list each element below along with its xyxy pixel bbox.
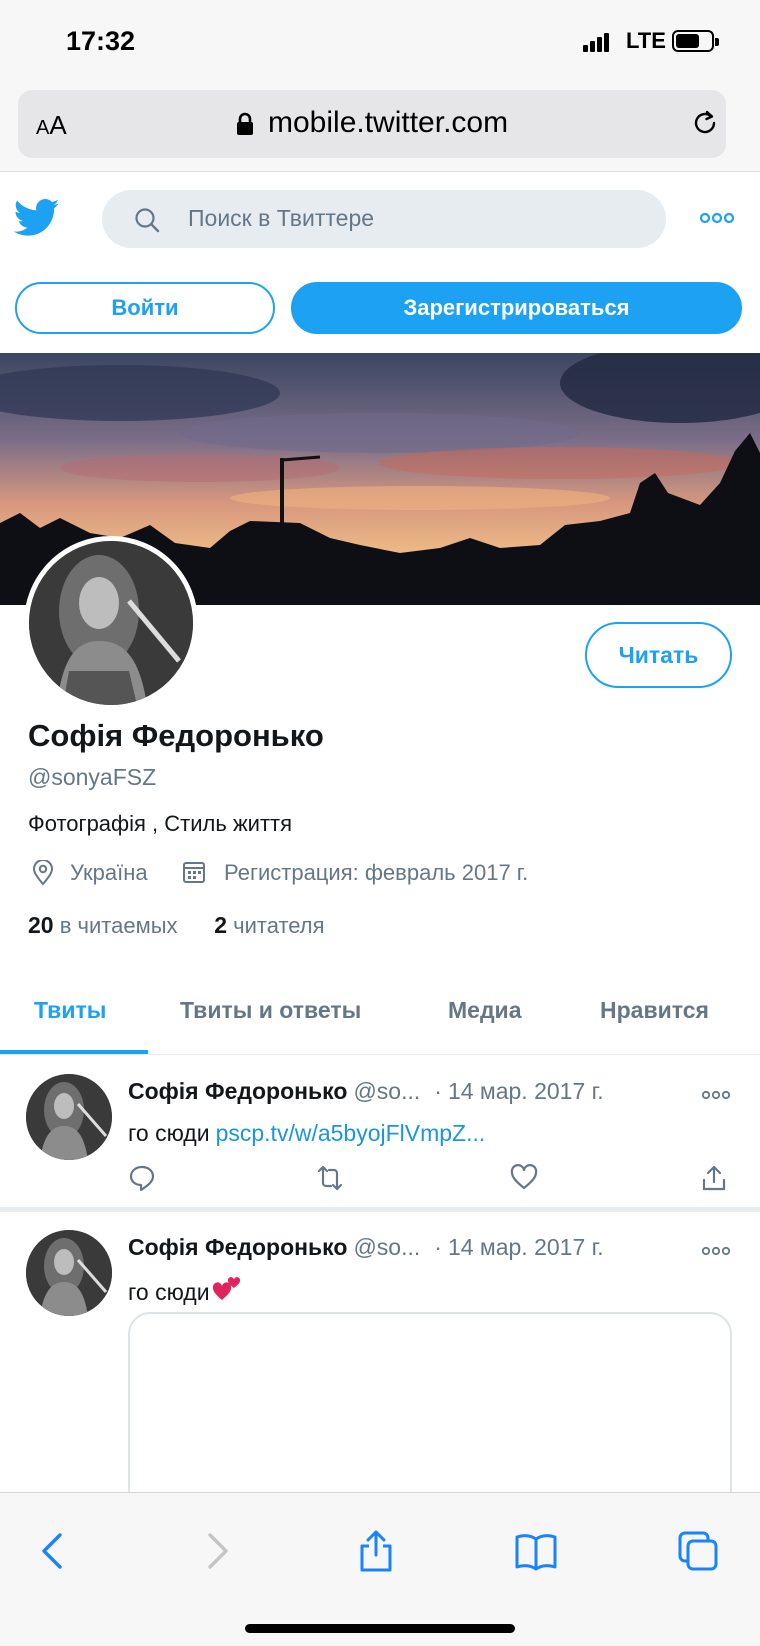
- tweet-author-name[interactable]: Софія Федоронько: [128, 1078, 347, 1104]
- tweet-author-handle: @so...: [353, 1234, 421, 1260]
- profile-stats: 20 в читаемых 2 читателя: [28, 912, 325, 939]
- signup-button[interactable]: Зарегистрироваться: [291, 282, 742, 334]
- search-box[interactable]: Поиск в Твиттере: [102, 190, 666, 248]
- two-hearts-emoji-icon: [212, 1277, 240, 1300]
- tab-tweets-and-replies[interactable]: Твиты и ответы: [180, 997, 361, 1024]
- tab-tweets[interactable]: Твиты: [34, 997, 106, 1024]
- location-pin-icon: [32, 860, 54, 886]
- tweet-more-icon[interactable]: [702, 1246, 730, 1256]
- forward-icon[interactable]: [194, 1529, 238, 1573]
- followers-stat[interactable]: 2 читателя: [214, 912, 324, 938]
- reply-icon[interactable]: [128, 1164, 156, 1192]
- retweet-icon[interactable]: [316, 1164, 344, 1192]
- tweet-more-icon[interactable]: [702, 1090, 730, 1100]
- tweet[interactable]: Софія Федоронько @so... · 14 мар. 2017 г. г…: [0, 1212, 760, 1532]
- profile-join-date: Регистрация: февраль 2017 г.: [224, 860, 529, 885]
- follow-button[interactable]: Читать: [585, 622, 732, 688]
- tweet-link[interactable]: pscp.tv/w/a5byojFlVmpZ...: [216, 1120, 486, 1146]
- profile-tabs: Твиты Твиты и ответы Медиа Нравится: [0, 975, 760, 1055]
- status-bar: 17:32 LTE: [0, 0, 760, 82]
- profile-avatar[interactable]: [24, 536, 198, 710]
- url-text: mobile.twitter.com: [268, 106, 509, 139]
- network-label: LTE: [626, 28, 666, 53]
- page: 17:32 LTE AA mobile.twitter.com Поиск в …: [0, 0, 760, 1646]
- profile-bio: Фотографія , Стиль життя: [28, 811, 293, 836]
- signal-icon: [583, 32, 613, 52]
- tweet-text: го сюди: [128, 1276, 242, 1306]
- twitter-header: Поиск в Твиттере: [0, 172, 760, 262]
- share-icon[interactable]: [354, 1529, 398, 1573]
- search-input[interactable]: Поиск в Твиттере: [188, 205, 374, 232]
- home-indicator: [245, 1624, 515, 1633]
- text-size-button[interactable]: AA: [36, 110, 67, 141]
- status-time: 17:32: [66, 26, 136, 56]
- browser-toolbar: AA mobile.twitter.com: [0, 82, 760, 172]
- browser-bottom-toolbar: [0, 1492, 760, 1646]
- tabs-icon[interactable]: [676, 1529, 720, 1573]
- search-icon: [135, 208, 160, 233]
- tweet[interactable]: Софія Федоронько @so... · 14 мар. 2017 г. г…: [0, 1056, 760, 1208]
- tweet-text: го сюди pscp.tv/w/a5byojFlVmpZ...: [128, 1120, 485, 1147]
- like-icon[interactable]: [510, 1164, 538, 1192]
- share-icon[interactable]: [700, 1164, 728, 1192]
- tweet-date[interactable]: 14 мар. 2017 г.: [448, 1234, 604, 1260]
- calendar-icon: [183, 862, 205, 883]
- tweet-dot-separator: ·: [434, 1078, 442, 1104]
- login-button[interactable]: Войти: [15, 282, 275, 334]
- active-tab-indicator: [0, 1050, 148, 1054]
- following-stat[interactable]: 20 в читаемых: [28, 912, 178, 938]
- tweet-body: го сюди: [128, 1120, 210, 1146]
- tweet-header: Софія Федоронько @so... · 14 мар. 2017 г.: [128, 1078, 604, 1105]
- tweet-author-handle: @so...: [353, 1078, 421, 1104]
- profile-name: Софія Федоронько: [28, 718, 324, 753]
- bookmarks-icon[interactable]: [514, 1529, 558, 1573]
- tweet-actions: [128, 1162, 736, 1196]
- tweet-date[interactable]: 14 мар. 2017 г.: [448, 1078, 604, 1104]
- battery-icon: [672, 30, 719, 52]
- tweet-author-avatar[interactable]: [26, 1074, 112, 1160]
- tab-media[interactable]: Медиа: [448, 997, 521, 1024]
- tweet-header: Софія Федоронько @so... · 14 мар. 2017 г.: [128, 1234, 604, 1261]
- tweet-author-name[interactable]: Софія Федоронько: [128, 1234, 347, 1260]
- tweet-body: го сюди: [128, 1279, 210, 1305]
- tab-likes[interactable]: Нравится: [600, 997, 709, 1024]
- twitter-bird-icon[interactable]: [14, 198, 60, 238]
- address-bar[interactable]: AA mobile.twitter.com: [18, 90, 726, 158]
- profile-location: Україна: [70, 860, 148, 885]
- reload-icon[interactable]: [690, 108, 720, 138]
- tweet-dot-separator: ·: [434, 1234, 442, 1260]
- lock-icon: [237, 112, 253, 135]
- tweet-author-avatar[interactable]: [26, 1230, 112, 1316]
- profile-handle: @sonyaFSZ: [28, 764, 157, 790]
- back-icon[interactable]: [32, 1529, 76, 1573]
- more-options-icon[interactable]: [700, 212, 734, 224]
